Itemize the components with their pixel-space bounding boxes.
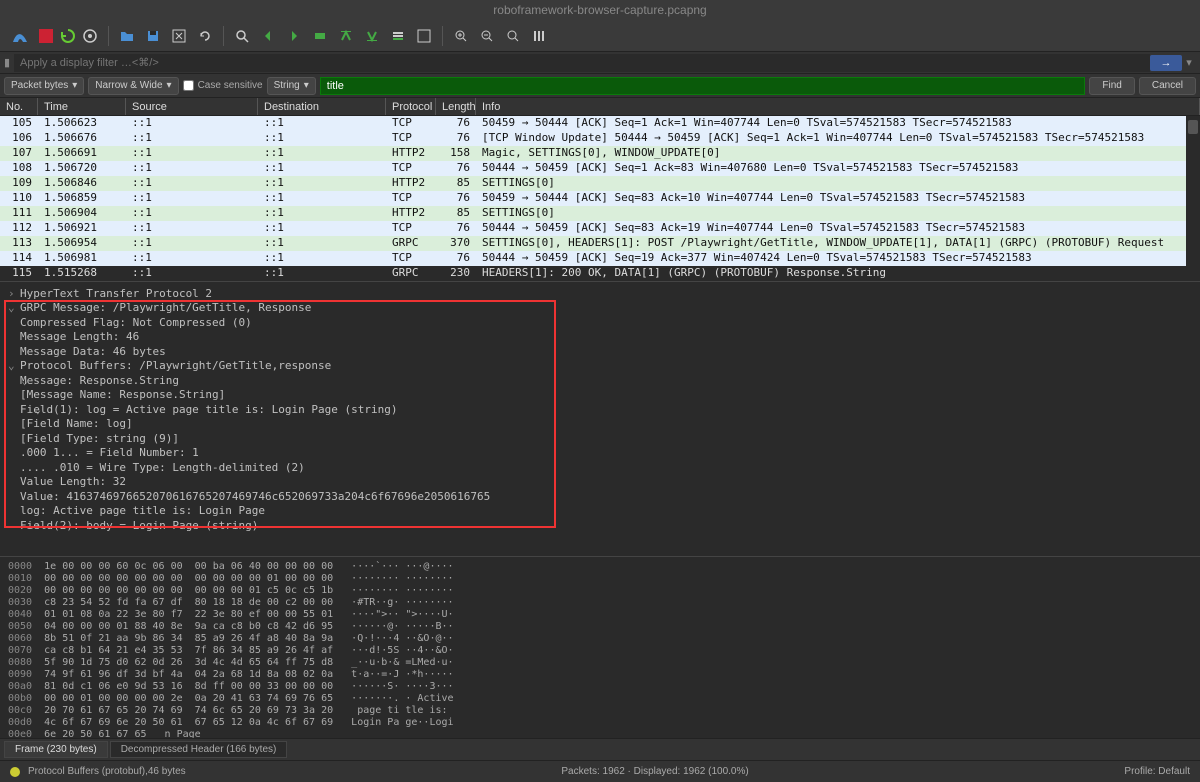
- hex-row[interactable]: 00d0 4c 6f 67 69 6e 20 50 61 67 65 12 0a…: [8, 717, 1192, 729]
- packet-row[interactable]: 1121.506921::1::1TCP7650444 → 50459 [ACK…: [0, 221, 1186, 236]
- search-width-select[interactable]: Narrow & Wide▾: [88, 77, 178, 95]
- tab-frame[interactable]: Frame (230 bytes): [4, 741, 108, 758]
- hex-row[interactable]: 0080 5f 90 1d 75 d0 62 0d 26 3d 4c 4d 65…: [8, 657, 1192, 669]
- hex-row[interactable]: 0020 00 00 00 00 00 00 00 00 00 00 00 01…: [8, 585, 1192, 597]
- hex-row[interactable]: 0060 8b 51 0f 21 aa 9b 86 34 85 a9 26 4f…: [8, 633, 1192, 645]
- separator: [108, 26, 109, 46]
- hex-row[interactable]: 0000 1e 00 00 00 60 0c 06 00 00 ba 06 40…: [8, 561, 1192, 573]
- tab-decompressed-header[interactable]: Decompressed Header (166 bytes): [110, 741, 288, 758]
- find-bar: Packet bytes▾ Narrow & Wide▾ Case sensit…: [0, 74, 1200, 98]
- col-info[interactable]: Info: [476, 98, 1200, 115]
- separator: [223, 26, 224, 46]
- col-time[interactable]: Time: [38, 98, 126, 115]
- hex-row[interactable]: 0040 01 01 08 0a 22 3e 80 f7 22 3e 80 ef…: [8, 609, 1192, 621]
- col-no[interactable]: No.: [0, 98, 38, 115]
- bytes-tabs: Frame (230 bytes) Decompressed Header (1…: [0, 738, 1200, 760]
- stop-capture-icon[interactable]: [34, 24, 58, 48]
- capture-options-icon[interactable]: [78, 24, 102, 48]
- close-file-icon[interactable]: [167, 24, 191, 48]
- col-protocol[interactable]: Protocol: [386, 98, 436, 115]
- hex-row[interactable]: 0010 00 00 00 00 00 00 00 00 00 00 00 00…: [8, 573, 1192, 585]
- resize-columns-icon[interactable]: [527, 24, 551, 48]
- zoom-out-icon[interactable]: [475, 24, 499, 48]
- packet-details-tree[interactable]: ›HyperText Transfer Protocol 2 ⌄GRPC Mes…: [0, 281, 1200, 556]
- go-last-icon[interactable]: [360, 24, 384, 48]
- packet-list[interactable]: 1051.506623::1::1TCP7650459 → 50444 [ACK…: [0, 116, 1186, 281]
- hex-row[interactable]: 00b0 00 00 01 00 00 00 00 2e 0a 20 41 63…: [8, 693, 1192, 705]
- search-in-select[interactable]: Packet bytes▾: [4, 77, 84, 95]
- zoom-in-icon[interactable]: [449, 24, 473, 48]
- packet-row[interactable]: 1081.506720::1::1TCP7650444 → 50459 [ACK…: [0, 161, 1186, 176]
- search-value-input[interactable]: [320, 77, 1086, 95]
- zoom-reset-icon[interactable]: [501, 24, 525, 48]
- packet-row[interactable]: 1111.506904::1::1HTTP285SETTINGS[0]: [0, 206, 1186, 221]
- display-filter-bar: ▮ → ▾: [0, 52, 1200, 74]
- hex-row[interactable]: 00a0 81 0d c1 06 e0 9d 53 16 8d ff 00 00…: [8, 681, 1192, 693]
- display-filter-input[interactable]: [14, 54, 1150, 72]
- search-type-select[interactable]: String▾: [267, 77, 316, 95]
- shark-fin-icon[interactable]: [8, 24, 32, 48]
- jump-packet-icon[interactable]: [308, 24, 332, 48]
- case-sensitive-checkbox[interactable]: Case sensitive: [183, 80, 263, 91]
- hex-row[interactable]: 0030 c8 23 54 52 fd fa 67 df 80 18 18 de…: [8, 597, 1192, 609]
- toolbar: [0, 20, 1200, 52]
- status-left: Protocol Buffers (protobuf),46 bytes: [28, 766, 186, 777]
- status-packets: Packets: 1962 · Displayed: 1962 (100.0%): [561, 766, 748, 777]
- cancel-button[interactable]: Cancel: [1139, 77, 1196, 95]
- col-source[interactable]: Source: [126, 98, 258, 115]
- open-file-icon[interactable]: [115, 24, 139, 48]
- packet-row[interactable]: 1141.506981::1::1TCP7650444 → 50459 [ACK…: [0, 251, 1186, 266]
- hex-row[interactable]: 0070 ca c8 b1 64 21 e4 35 53 7f 86 34 85…: [8, 645, 1192, 657]
- go-back-icon[interactable]: [256, 24, 280, 48]
- packet-row[interactable]: 1131.506954::1::1GRPC370SETTINGS[0], HEA…: [0, 236, 1186, 251]
- colorize-icon[interactable]: [412, 24, 436, 48]
- save-file-icon[interactable]: [141, 24, 165, 48]
- filter-dropdown-icon[interactable]: ▾: [1182, 56, 1196, 69]
- filter-bookmark-icon[interactable]: ▮: [0, 56, 14, 69]
- hex-row[interactable]: 0050 04 00 00 00 01 88 40 8e 9a ca c8 b0…: [8, 621, 1192, 633]
- restart-capture-icon[interactable]: [60, 28, 76, 44]
- packet-list-scrollbar[interactable]: [1186, 116, 1200, 281]
- hex-row[interactable]: 00c0 20 70 61 67 65 20 74 69 74 6c 65 20…: [8, 705, 1192, 717]
- packet-row[interactable]: 1071.506691::1::1HTTP2158Magic, SETTINGS…: [0, 146, 1186, 161]
- expert-info-icon[interactable]: [10, 767, 20, 777]
- window-titlebar: roboframework-browser-capture.pcapng: [0, 0, 1200, 20]
- statusbar: Protocol Buffers (protobuf),46 bytes Pac…: [0, 760, 1200, 782]
- packet-list-header: No. Time Source Destination Protocol Len…: [0, 98, 1200, 116]
- window-title: roboframework-browser-capture.pcapng: [493, 3, 706, 17]
- find-button[interactable]: Find: [1089, 77, 1134, 95]
- hex-row[interactable]: 0090 74 9f 61 96 df 3d bf 4a 04 2a 68 1d…: [8, 669, 1192, 681]
- find-packet-icon[interactable]: [230, 24, 254, 48]
- col-length[interactable]: Length: [436, 98, 476, 115]
- hex-row[interactable]: 00e0 6e 20 50 61 67 65 n Page: [8, 729, 1192, 738]
- packet-row[interactable]: 1151.515268::1::1GRPC230HEADERS[1]: 200 …: [0, 266, 1186, 281]
- col-destination[interactable]: Destination: [258, 98, 386, 115]
- packet-bytes-pane[interactable]: 0000 1e 00 00 00 60 0c 06 00 00 ba 06 40…: [0, 556, 1200, 738]
- status-profile[interactable]: Profile: Default: [1124, 766, 1190, 777]
- packet-row[interactable]: 1101.506859::1::1TCP7650459 → 50444 [ACK…: [0, 191, 1186, 206]
- separator: [442, 26, 443, 46]
- go-first-icon[interactable]: [334, 24, 358, 48]
- packet-row[interactable]: 1061.506676::1::1TCP76[TCP Window Update…: [0, 131, 1186, 146]
- autoscroll-icon[interactable]: [386, 24, 410, 48]
- reload-file-icon[interactable]: [193, 24, 217, 48]
- packet-row[interactable]: 1051.506623::1::1TCP7650459 → 50444 [ACK…: [0, 116, 1186, 131]
- apply-filter-icon[interactable]: →: [1150, 55, 1182, 71]
- go-forward-icon[interactable]: [282, 24, 306, 48]
- packet-row[interactable]: 1091.506846::1::1HTTP285SETTINGS[0]: [0, 176, 1186, 191]
